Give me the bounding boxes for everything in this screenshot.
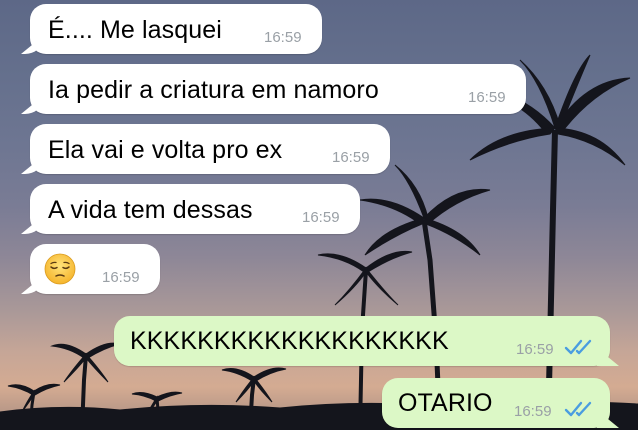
message-timestamp: 16:59 (468, 89, 506, 106)
outgoing-message-bubble[interactable]: KKKKKKKKKKKKKKKKKKK 16:59 (114, 316, 610, 366)
incoming-message-bubble[interactable]: Ela vai e volta pro ex 16:59 (30, 124, 390, 174)
message-text: Ela vai e volta pro ex (48, 136, 283, 164)
incoming-message-bubble[interactable]: A vida tem dessas 16:59 (30, 184, 360, 234)
message-text: A vida tem dessas (48, 196, 253, 224)
double-check-read-icon (564, 401, 592, 417)
message-timestamp: 16:59 (516, 341, 554, 358)
outgoing-message-bubble[interactable]: OTARIO 16:59 (382, 378, 610, 428)
message-text: KKKKKKKKKKKKKKKKKKK (130, 327, 449, 355)
message-text: Ia pedir a criatura em namoro (48, 76, 379, 104)
message-timestamp: 16:59 (514, 403, 552, 420)
incoming-message-bubble[interactable]: Ia pedir a criatura em namoro 16:59 (30, 64, 526, 114)
incoming-message-bubble[interactable]: 16:59 (30, 244, 160, 294)
message-text: OTARIO (398, 389, 493, 417)
double-check-read-icon (564, 339, 592, 355)
message-timestamp: 16:59 (332, 149, 370, 166)
incoming-message-bubble[interactable]: É.... Me lasquei 16:59 (30, 4, 322, 54)
message-text: É.... Me lasquei (48, 16, 222, 44)
message-timestamp: 16:59 (102, 269, 140, 286)
message-timestamp: 16:59 (302, 209, 340, 226)
message-timestamp: 16:59 (264, 29, 302, 46)
pensive-face-emoji-icon (44, 253, 76, 285)
chat-message-list[interactable]: É.... Me lasquei 16:59 Ia pedir a criatu… (0, 0, 638, 430)
